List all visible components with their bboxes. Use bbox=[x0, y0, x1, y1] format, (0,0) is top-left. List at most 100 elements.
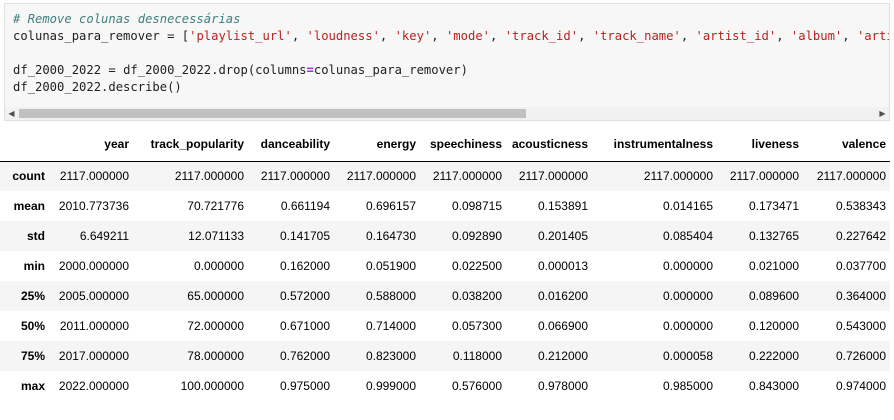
table-cell: 2117.000000 bbox=[59, 169, 129, 184]
column-header-year: year bbox=[49, 128, 133, 162]
row-label: min bbox=[23, 259, 45, 273]
table-cell: 0.543000 bbox=[835, 319, 886, 333]
table-cell: 0.162000 bbox=[279, 259, 330, 273]
table-cell: 0.085404 bbox=[662, 229, 713, 243]
code-separator: , bbox=[776, 29, 791, 44]
table-cell: 0.000013 bbox=[537, 259, 588, 273]
code-line-drop: df_2000_2022 = df_2000_2022.drop(columns… bbox=[13, 62, 889, 79]
table-row: std 6.649211 12.071133 0.141705 0.164730 0.09… bbox=[0, 221, 890, 251]
table-cell: 0.000000 bbox=[662, 319, 713, 333]
table-cell: 0.671000 bbox=[279, 319, 330, 333]
code-separator: , bbox=[680, 29, 696, 44]
table-cell: 0.000058 bbox=[662, 349, 713, 363]
table-cell: 2117.000000 bbox=[432, 169, 502, 184]
table-row: 25% 2005.000000 65.000000 0.572000 0.588000 0… bbox=[0, 281, 890, 311]
column-header-track-popularity: track_popularity bbox=[133, 128, 248, 162]
table-row: min 2000.000000 0.000000 0.162000 0.051900 0.… bbox=[0, 251, 890, 281]
code-column-list: 'playlist_url', 'loudness', 'key', 'mode… bbox=[189, 29, 889, 44]
table-row: 75% 2017.000000 78.000000 0.762000 0.823000 0… bbox=[0, 341, 890, 371]
table-cell: 0.037700 bbox=[835, 259, 886, 273]
code-separator: , bbox=[490, 29, 505, 44]
cell-output: year track_popularity danceability energy sp… bbox=[0, 128, 894, 401]
code-assign: = [ bbox=[159, 29, 190, 44]
code-string-literal: 'key' bbox=[394, 29, 432, 44]
table-cell: 0.975000 bbox=[279, 379, 330, 393]
code-separator: , bbox=[842, 29, 857, 44]
table-cell: 2117.000000 bbox=[174, 169, 244, 184]
describe-table: year track_popularity danceability energy sp… bbox=[0, 128, 890, 401]
code-separator: , bbox=[578, 29, 593, 44]
table-cell: 0.212000 bbox=[537, 349, 588, 363]
row-label: 25% bbox=[20, 289, 45, 303]
table-cell: 0.823000 bbox=[365, 349, 416, 363]
code-var-colunas: colunas_para_remover bbox=[13, 29, 160, 44]
code-string-literal: 'track_id' bbox=[504, 29, 579, 44]
table-cell: 0.714000 bbox=[365, 319, 416, 333]
code-drop-call: df_2000_2022.drop(columns bbox=[123, 63, 307, 78]
code-string-literal: 'artist_ bbox=[856, 29, 889, 44]
table-cell: 0.227642 bbox=[835, 229, 886, 243]
table-cell: 0.222000 bbox=[748, 349, 799, 363]
table-cell: 2117.000000 bbox=[729, 169, 799, 184]
table-row: 50% 2011.000000 72.000000 0.671000 0.714000 0… bbox=[0, 311, 890, 341]
table-cell: 0.572000 bbox=[279, 289, 330, 303]
scrollbar-thumb[interactable] bbox=[19, 109, 526, 118]
code-assign-2: = bbox=[101, 63, 124, 78]
table-cell: 0.000000 bbox=[662, 259, 713, 273]
table-row: mean 2010.773736 70.721776 0.661194 0.696157… bbox=[0, 191, 890, 221]
row-label: count bbox=[12, 169, 45, 184]
table-cell: 0.153891 bbox=[537, 199, 588, 213]
table-cell: 0.978000 bbox=[537, 379, 588, 393]
table-cell: 0.089600 bbox=[748, 289, 799, 303]
table-cell: 2117.000000 bbox=[346, 169, 416, 184]
code-describe-call: df_2000_2022.describe() bbox=[13, 80, 182, 95]
table-cell: 0.588000 bbox=[365, 289, 416, 303]
code-separator: , bbox=[291, 29, 307, 44]
code-line-columns: colunas_para_remover = ['playlist_url', … bbox=[13, 28, 889, 45]
code-separator: , bbox=[379, 29, 395, 44]
table-row: count 2117.000000 2117.000000 2117.000000 21… bbox=[0, 161, 890, 191]
table-cell: 2005.000000 bbox=[58, 289, 129, 303]
table-cell: 0.066900 bbox=[537, 319, 588, 333]
scroll-left-arrow-icon[interactable]: ◀ bbox=[5, 107, 18, 120]
scroll-right-arrow-icon[interactable]: ▶ bbox=[876, 107, 889, 120]
table-cell: 0.661194 bbox=[280, 199, 330, 213]
code-string-literal: 'loudness' bbox=[306, 29, 380, 44]
table-cell: 78.000000 bbox=[187, 349, 244, 363]
table-cell: 0.098715 bbox=[451, 199, 502, 213]
horizontal-scrollbar[interactable]: ◀ ▶ bbox=[5, 107, 889, 120]
table-cell: 2117.000000 bbox=[518, 169, 588, 184]
table-cell: 0.985000 bbox=[662, 379, 713, 393]
table-cell: 0.038200 bbox=[451, 289, 502, 303]
table-cell: 0.726000 bbox=[835, 349, 886, 363]
code-string-literal: 'mode' bbox=[445, 29, 490, 44]
code-string-literal: 'album' bbox=[790, 29, 843, 44]
table-cell: 6.649211 bbox=[79, 229, 129, 243]
code-line-describe: df_2000_2022.describe() bbox=[13, 79, 889, 96]
code-line-comment: # Remove colunas desnecessárias bbox=[13, 11, 889, 28]
table-cell: 2010.773736 bbox=[58, 199, 129, 213]
code-comment: # Remove colunas desnecessárias bbox=[13, 12, 241, 26]
code-drop-arg: colunas_para_remover) bbox=[313, 63, 468, 78]
code-cell[interactable]: # Remove colunas desnecessárias colunas_p… bbox=[4, 3, 890, 121]
table-cell: 0.000000 bbox=[662, 289, 713, 303]
row-label: 50% bbox=[20, 319, 45, 333]
column-header-danceability: danceability bbox=[248, 128, 334, 162]
column-header-energy: energy bbox=[334, 128, 420, 162]
table-cell: 2022.000000 bbox=[58, 379, 129, 393]
column-header-valence: valence bbox=[803, 128, 890, 162]
table-cell: 0.141705 bbox=[279, 229, 330, 243]
table-cell: 0.201405 bbox=[537, 229, 588, 243]
table-cell: 0.092890 bbox=[451, 229, 502, 243]
table-cell: 0.974000 bbox=[835, 379, 886, 393]
table-cell: 0.057300 bbox=[451, 319, 502, 333]
table-cell: 100.000000 bbox=[180, 379, 244, 393]
table-cell: 2117.000000 bbox=[816, 169, 886, 184]
code-editor[interactable]: # Remove colunas desnecessárias colunas_p… bbox=[13, 11, 889, 96]
index-header bbox=[0, 128, 49, 162]
table-cell: 0.021000 bbox=[748, 259, 799, 273]
table-cell: 0.022500 bbox=[451, 259, 502, 273]
table-cell: 0.999000 bbox=[365, 379, 416, 393]
row-label: max bbox=[20, 379, 45, 393]
table-cell: 0.843000 bbox=[748, 379, 799, 393]
